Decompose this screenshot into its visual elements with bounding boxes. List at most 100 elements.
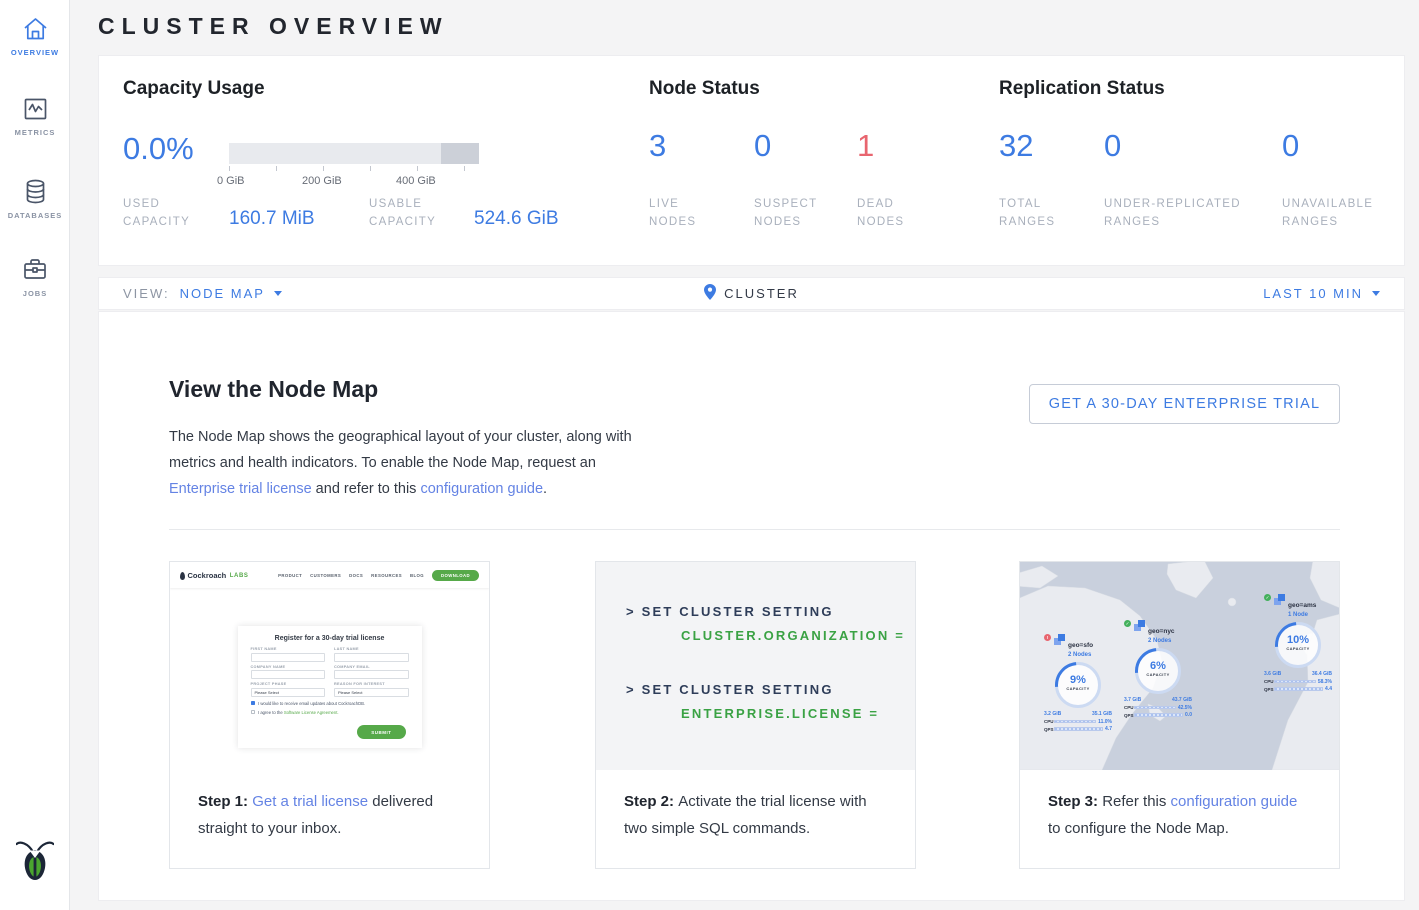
node-cube-icon [1134, 620, 1145, 631]
enterprise-trial-button[interactable]: GET A 30-DAY ENTERPRISE TRIAL [1029, 384, 1340, 424]
section-divider [169, 529, 1340, 530]
live-status-icon: ✓ [1264, 594, 1271, 601]
logo-suffix: LABS [230, 573, 249, 579]
node-cube-icon [1054, 634, 1065, 645]
description-mid: and refer to this [312, 481, 421, 497]
configuration-guide-link[interactable]: configuration guide [1171, 793, 1298, 810]
nav-product: PRODUCT [278, 573, 302, 578]
node-map-thumbnail: ! geo=sfo 2 Nodes 9% CAPACITY 3.2 GiB35.… [1020, 562, 1339, 770]
capacity-tick-200: 200 GiB [302, 175, 342, 187]
view-label: VIEW: [123, 286, 170, 301]
checkbox-checked-icon [251, 701, 256, 706]
software-license-link: Software License Agreement. [284, 710, 339, 715]
capacity-gauge: 9% CAPACITY [1055, 662, 1101, 708]
chevron-down-icon [274, 291, 282, 296]
node-count: 1 Node [1288, 612, 1316, 618]
checkbox-label: I agree to the [258, 710, 284, 715]
step1-caption: Step 1: Get a trial license delivered st… [170, 770, 489, 842]
jobs-icon [0, 256, 70, 283]
map-node-nyc: ✓ geo=nyc 2 Nodes 6% CAPACITY 3.7 GiB43.… [1124, 620, 1192, 718]
submit-button: SUBMIT [357, 725, 405, 739]
capacity-tick-0: 0 GiB [217, 175, 245, 187]
capacity-axis-ticks [229, 166, 479, 172]
usable-capacity-label: USABLE CAPACITY [369, 195, 459, 231]
step2-caption: Step 2: Activate the trial license with … [596, 770, 915, 842]
download-button: DOWNLOAD [432, 570, 479, 581]
capacity-percent: 0.0% [123, 131, 194, 167]
form-field: REASON FOR INTERESTPlease Select [334, 682, 409, 697]
bug-icon [180, 572, 185, 580]
live-nodes-label: LIVE NODES [649, 195, 724, 231]
locality-name: geo=nyc [1148, 628, 1175, 635]
chevron-down-icon [1372, 291, 1380, 296]
step1-card: Cockroach LABS PRODUCT CUSTOMERS DOCS RE… [169, 561, 490, 869]
logo-text: Cockroach [188, 571, 227, 580]
view-bar: VIEW: NODE MAP CLUSTER LAST 10 MIN [98, 277, 1405, 310]
sidebar-item-label: OVERVIEW [0, 48, 70, 57]
metrics-icon [0, 96, 70, 122]
sql-arg-enterprise-license: ENTERPRISE.LICENSE = [681, 706, 879, 721]
panel-description: The Node Map shows the geographical layo… [169, 424, 639, 502]
home-icon [0, 16, 70, 42]
time-range-selector[interactable]: LAST 10 MIN [984, 286, 1404, 301]
license-agree-checkbox-row: I agree to the Software License Agreemen… [251, 710, 422, 715]
dead-status-icon: ! [1044, 634, 1051, 641]
capacity-bar-reserved-segment [441, 143, 479, 164]
map-node-sfo: ! geo=sfo 2 Nodes 9% CAPACITY 3.2 GiB35.… [1044, 634, 1112, 732]
sql-prompt: > [626, 604, 636, 619]
usable-capacity-value: 524.6 GiB [474, 208, 559, 230]
step3-caption: Step 3: Refer this configuration guide t… [1020, 770, 1339, 842]
map-node-ams: ✓ geo=ams 1 Node 10% CAPACITY 3.6 GiB36.… [1264, 594, 1332, 692]
locality-name: geo=sfo [1068, 642, 1093, 649]
registration-site-thumbnail: Cockroach LABS PRODUCT CUSTOMERS DOCS RE… [170, 562, 489, 770]
sql-arg-cluster-organization: CLUSTER.ORGANIZATION = [681, 628, 905, 643]
description-line1: The Node Map shows the geographical layo… [169, 424, 639, 450]
sidebar-item-label: JOBS [0, 289, 70, 298]
node-count: 2 Nodes [1068, 652, 1093, 658]
sidebar-item-overview[interactable]: OVERVIEW [0, 16, 70, 57]
total-ranges-value: 32 [999, 128, 1033, 164]
form-title: Register for a 30-day trial license [238, 635, 422, 642]
view-selector[interactable]: NODE MAP [180, 286, 282, 301]
suspect-nodes-value: 0 [754, 128, 771, 164]
form-field: LAST NAME [334, 647, 409, 662]
step3-card: ! geo=sfo 2 Nodes 9% CAPACITY 3.2 GiB35.… [1019, 561, 1340, 869]
node-count: 2 Nodes [1148, 638, 1175, 644]
locality-name: geo=ams [1288, 602, 1316, 609]
sidebar: OVERVIEW METRICS DATABASES [0, 0, 70, 910]
trial-registration-form: Register for a 30-day trial license FIRS… [238, 626, 422, 748]
unavailable-ranges-value: 0 [1282, 128, 1299, 164]
replication-status-title: Replication Status [999, 78, 1165, 100]
enterprise-trial-license-link[interactable]: Enterprise trial license [169, 481, 312, 497]
nav-blog: BLOG [410, 573, 424, 578]
description-end: . [543, 481, 547, 497]
step2-card: > SET CLUSTER SETTING CLUSTER.ORGANIZATI… [595, 561, 916, 869]
description-line2: metrics and health indicators. To enable… [169, 450, 639, 476]
sql-prompt: > [626, 682, 636, 697]
sql-commands-block: > SET CLUSTER SETTING CLUSTER.ORGANIZATI… [596, 562, 915, 770]
page-title: CLUSTER OVERVIEW [98, 13, 449, 40]
total-ranges-label: TOTAL RANGES [999, 195, 1079, 231]
unavailable-ranges-label: UNAVAILABLE RANGES [1282, 195, 1392, 231]
location-pin-icon [704, 284, 716, 303]
get-trial-license-link[interactable]: Get a trial license [252, 793, 368, 810]
step1-label: Step 1: [198, 793, 252, 810]
nav-customers: CUSTOMERS [310, 573, 341, 578]
cockroach-labs-logo: Cockroach LABS [180, 571, 249, 580]
sidebar-item-jobs[interactable]: JOBS [0, 256, 70, 298]
step2-label: Step 2: [624, 793, 678, 810]
nav-docs: DOCS [349, 573, 363, 578]
mini-site-nav: PRODUCT CUSTOMERS DOCS RESOURCES BLOG DO… [278, 570, 479, 581]
sql-command: SET CLUSTER SETTING [642, 604, 834, 619]
form-field: PROJECT PHASEPlease Select [251, 682, 326, 697]
sidebar-item-label: METRICS [0, 128, 70, 137]
cockroachdb-logo [0, 837, 70, 888]
node-cube-icon [1274, 594, 1285, 605]
sidebar-item-label: DATABASES [0, 211, 70, 220]
email-updates-checkbox-row: I would like to receive email updates ab… [251, 701, 422, 706]
live-status-icon: ✓ [1124, 620, 1131, 627]
step3-text-pre: Refer this [1102, 793, 1170, 810]
sidebar-item-databases[interactable]: DATABASES [0, 178, 70, 220]
sidebar-item-metrics[interactable]: METRICS [0, 96, 70, 137]
configuration-guide-link[interactable]: configuration guide [420, 481, 543, 497]
